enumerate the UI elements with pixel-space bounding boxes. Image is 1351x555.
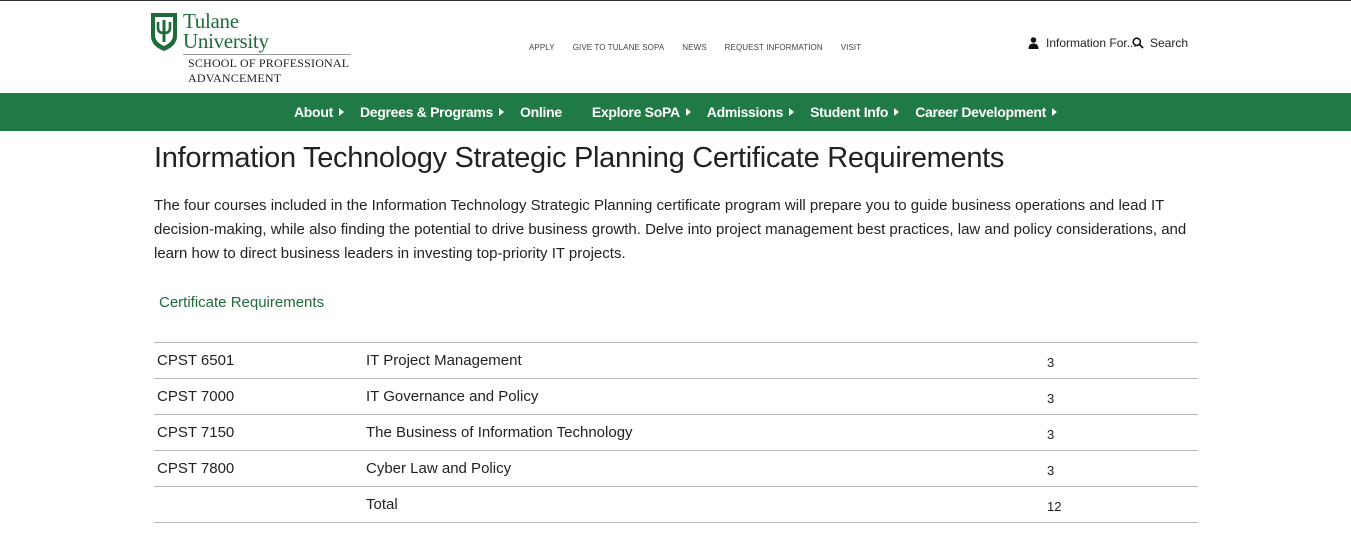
- nav-label: Explore SoPA: [591, 104, 680, 120]
- nav-item-about[interactable]: About: [294, 104, 344, 120]
- caret-right-icon: [789, 108, 795, 116]
- page-title: Information Technology Strategic Plannin…: [154, 142, 1005, 174]
- nav-item-career-development[interactable]: Career Development: [915, 104, 1057, 120]
- logo-line-1: Tulane: [183, 9, 239, 33]
- nav-label: About: [294, 104, 333, 120]
- logo-line-2: University: [183, 29, 269, 53]
- nav-item-explore-sopa[interactable]: Explore SoPA: [592, 104, 691, 120]
- nav-label: Student Info: [810, 104, 889, 120]
- intro-paragraph: The four courses included in the Informa…: [154, 197, 1187, 262]
- nav-item-degrees-programs[interactable]: Degrees & Programs: [359, 104, 505, 120]
- course-credits: 3: [1044, 450, 1198, 487]
- nav-label: Career Development: [915, 104, 1046, 120]
- table-row: CPST 7800 Cyber Law and Policy 3: [154, 450, 1198, 487]
- site-header: Tulane University SCHOOL OF PROFESSIONAL…: [0, 1, 1351, 93]
- search-icon: [1132, 37, 1144, 49]
- caret-right-icon: [338, 108, 344, 116]
- utility-link-give[interactable]: GIVE TO TULANE SOPA: [573, 43, 665, 52]
- nav-label: Online: [520, 104, 562, 120]
- course-code: CPST 7800: [154, 450, 363, 487]
- total-code-empty: [154, 486, 363, 523]
- information-for-menu[interactable]: Information For...: [1028, 36, 1137, 50]
- search-button[interactable]: Search: [1132, 36, 1188, 50]
- course-title: Cyber Law and Policy: [363, 450, 1044, 487]
- nav-item-admissions[interactable]: Admissions: [706, 104, 795, 120]
- course-credits: 3: [1044, 378, 1198, 415]
- nav-label: Degrees & Programs: [359, 104, 494, 120]
- table-row: CPST 7150 The Business of Information Te…: [154, 414, 1198, 451]
- utility-link-news[interactable]: NEWS: [682, 43, 706, 52]
- requirements-table: CPST 6501 IT Project Management 3 CPST 7…: [154, 342, 1198, 523]
- logo-school-line-2: ADVANCEMENT: [188, 71, 282, 85]
- logo-school-line-1: SCHOOL OF PROFESSIONAL: [188, 56, 350, 70]
- main-nav-bar: About Degrees & Programs Online Explore …: [0, 93, 1351, 131]
- nav-label: Admissions: [706, 104, 784, 120]
- total-row: Total 12: [154, 486, 1198, 523]
- course-code: CPST 6501: [154, 342, 363, 379]
- search-label: Search: [1150, 36, 1189, 50]
- information-for-label: Information For...: [1046, 36, 1137, 50]
- requirements-heading: Certificate Requirements: [159, 294, 325, 311]
- course-credits: 3: [1044, 414, 1198, 451]
- logo-school-name: SCHOOL OF PROFESSIONAL ADVANCEMENT: [188, 56, 349, 86]
- main-nav: About Degrees & Programs Online Explore …: [294, 93, 1073, 131]
- caret-right-icon: [499, 108, 505, 116]
- caret-right-icon: [1051, 108, 1057, 116]
- utility-link-request-info[interactable]: REQUEST INFORMATION: [725, 43, 823, 52]
- tulane-logo[interactable]: Tulane University SCHOOL OF PROFESSIONAL…: [150, 9, 355, 87]
- course-code: CPST 7150: [154, 414, 363, 451]
- course-credits: 3: [1044, 342, 1198, 379]
- nav-item-student-info[interactable]: Student Info: [810, 104, 900, 120]
- course-code: CPST 7000: [154, 378, 363, 415]
- logo-divider: [183, 54, 351, 55]
- table-row: CPST 6501 IT Project Management 3: [154, 342, 1198, 379]
- caret-right-icon: [894, 108, 900, 116]
- nav-item-online[interactable]: Online: [520, 104, 562, 120]
- table-row: CPST 7000 IT Governance and Policy 3: [154, 378, 1198, 415]
- utility-link-visit[interactable]: VISIT: [841, 43, 862, 52]
- utility-link-apply[interactable]: APPLY: [529, 43, 555, 52]
- course-title: IT Project Management: [363, 342, 1044, 379]
- utility-nav: APPLY GIVE TO TULANE SOPA NEWS REQUEST I…: [529, 43, 879, 52]
- course-title: IT Governance and Policy: [363, 378, 1044, 415]
- logo-wordmark: Tulane University: [183, 9, 269, 53]
- total-label: Total: [363, 486, 1044, 523]
- course-title: The Business of Information Technology: [363, 414, 1044, 451]
- user-icon: [1028, 37, 1039, 49]
- tulane-shield-icon: [151, 13, 177, 51]
- caret-right-icon: [685, 108, 691, 116]
- total-credits: 12: [1044, 486, 1198, 523]
